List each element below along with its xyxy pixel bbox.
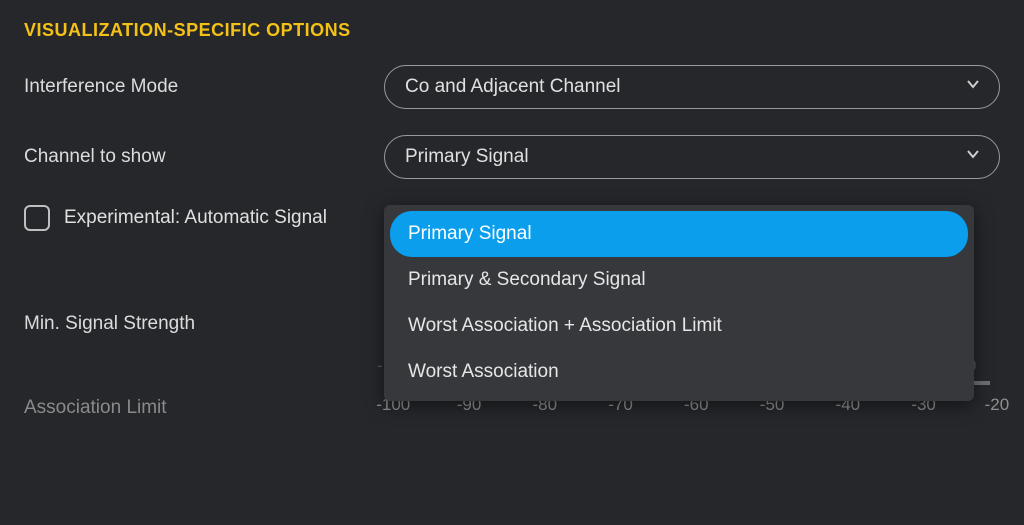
tick: -20: [985, 395, 1010, 415]
label-min-signal: Min. Signal Strength: [24, 275, 384, 335]
interference-select[interactable]: Co and Adjacent Channel: [384, 65, 1000, 109]
dropdown-item-worst-assoc[interactable]: Worst Association: [390, 349, 968, 395]
chevron-down-icon: [965, 146, 981, 168]
experimental-checkbox[interactable]: [24, 205, 50, 231]
row-interference: Interference Mode Co and Adjacent Channe…: [24, 65, 1000, 109]
channel-dropdown: Primary Signal Primary & Secondary Signa…: [384, 205, 974, 401]
dropdown-item-primary[interactable]: Primary Signal: [390, 211, 968, 257]
channel-select[interactable]: Primary Signal: [384, 135, 1000, 179]
label-channel: Channel to show: [24, 146, 384, 168]
label-assoc-limit: Association Limit: [24, 339, 384, 419]
experimental-label: Experimental: Automatic Signal: [64, 207, 327, 229]
chevron-down-icon: [965, 76, 981, 98]
interference-select-value: Co and Adjacent Channel: [405, 76, 621, 98]
dropdown-item-primary-secondary[interactable]: Primary & Secondary Signal: [390, 257, 968, 303]
dropdown-item-worst-assoc-limit[interactable]: Worst Association + Association Limit: [390, 303, 968, 349]
row-channel: Channel to show Primary Signal: [24, 135, 1000, 179]
options-panel: VISUALIZATION-SPECIFIC OPTIONS Interfere…: [0, 0, 1024, 525]
section-title: VISUALIZATION-SPECIFIC OPTIONS: [24, 20, 1000, 41]
label-interference: Interference Mode: [24, 76, 384, 98]
channel-select-value: Primary Signal: [405, 146, 529, 168]
